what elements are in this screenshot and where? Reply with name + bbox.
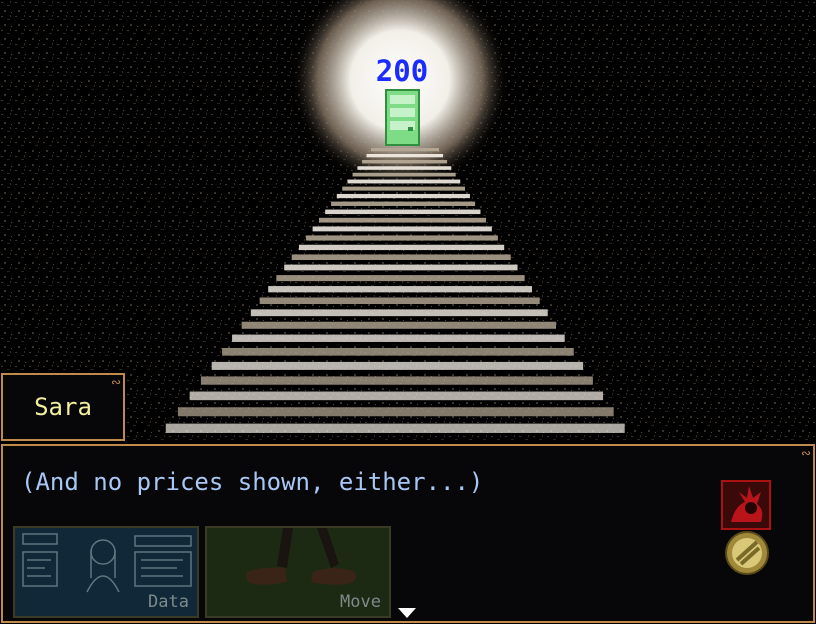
dialogue-text: (And no prices shown, either...)	[21, 468, 484, 496]
dialogue-box[interactable]: ∾ (And no prices shown, either...) Data	[1, 444, 815, 623]
gold-coin-icon[interactable]	[723, 530, 771, 576]
stair-step	[336, 193, 470, 199]
stair-step	[352, 172, 456, 177]
stair-step	[165, 423, 625, 433]
stair-step	[331, 201, 476, 206]
stair-step	[312, 226, 492, 232]
stair-step	[276, 275, 525, 282]
stair-step	[319, 217, 487, 223]
stair-step	[259, 297, 540, 305]
stair-step	[347, 179, 461, 184]
stair-step	[291, 254, 511, 261]
stair-step	[189, 391, 604, 401]
data-button[interactable]: Data	[13, 526, 199, 618]
stair-step	[325, 209, 481, 215]
stair-step	[241, 321, 557, 329]
stair-step	[305, 235, 498, 241]
data-button-label: Data	[148, 592, 189, 612]
move-button-label: Move	[340, 592, 381, 612]
stair-step	[362, 160, 448, 164]
corner-ornament-icon: ∾	[110, 375, 121, 389]
stair-step	[342, 186, 466, 191]
stair-step	[222, 347, 574, 356]
stair-step	[211, 361, 584, 370]
corner-ornament-icon: ∾	[800, 446, 811, 460]
stair-step	[200, 376, 593, 385]
move-button[interactable]: Move	[205, 526, 391, 618]
stair-step	[371, 148, 439, 152]
stair-step	[250, 309, 548, 317]
door-icon[interactable]	[385, 89, 420, 146]
advance-arrow-icon[interactable]	[398, 608, 416, 618]
counter-number: 200	[375, 54, 429, 88]
stair-step	[366, 154, 444, 158]
speaker-name: Sara	[34, 393, 92, 421]
red-character-icon[interactable]	[721, 480, 771, 530]
stair-step	[298, 244, 505, 251]
stair-step	[357, 166, 452, 170]
speaker-name-box: ∾ Sara	[1, 373, 125, 441]
stair-step	[284, 264, 518, 271]
stair-step	[268, 286, 533, 293]
stair-step	[232, 334, 565, 342]
stair-step	[177, 407, 614, 417]
